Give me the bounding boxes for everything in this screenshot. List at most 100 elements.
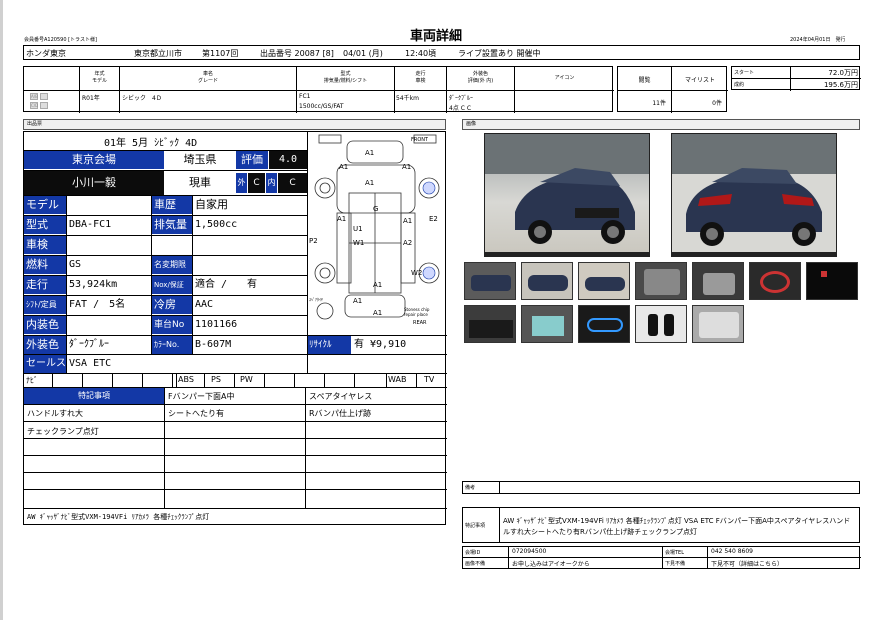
info-table: 会場ID 072094500 会場TEL 042 540 8609 画像不備 お…	[462, 546, 861, 569]
equip-wab: WAB	[388, 375, 407, 384]
icon-box	[40, 102, 48, 109]
row-value: DBA-FC1	[69, 219, 112, 230]
info-label: 会場ID	[465, 550, 481, 556]
note-2-1: ハンドルすれ大	[27, 409, 83, 418]
live-status[interactable]: ライブ設置あり 開催中	[458, 48, 541, 59]
member-number: 会員番号A120590 [トラスト様]	[24, 37, 97, 43]
damage-mark: G	[373, 205, 379, 213]
row-label2: 車台No	[152, 316, 192, 334]
car-front-photo	[485, 134, 649, 256]
location: 東京都立川市	[134, 49, 182, 58]
front-label: FRONT	[411, 137, 429, 143]
equip-pw: PW	[240, 375, 253, 384]
venue-label: 東京会場	[24, 151, 164, 169]
auction-bar: ホンダ東京 東京都立川市 第1107回 出品番号 20087 [8] 04/01…	[23, 45, 860, 60]
equip-tv: TV	[424, 375, 435, 384]
equip-abs: ABS	[178, 375, 194, 384]
session: 第1107回	[202, 49, 239, 58]
thumbnail[interactable]	[635, 305, 687, 343]
note-1-2: Fバンパー下面A中	[168, 392, 235, 401]
main-photo-front[interactable]	[484, 133, 650, 257]
row-label: 型式	[24, 216, 66, 234]
inspector: 小川一毅	[24, 171, 164, 195]
views-table: 閲覧 マイリスト 11件 0件	[617, 66, 728, 113]
exterior-label: 外	[236, 173, 247, 193]
info-value[interactable]: お申し込みはアイオークから	[512, 559, 590, 568]
thumbnail[interactable]	[692, 305, 744, 343]
hyoka-label: 評価	[236, 151, 268, 169]
info-value2[interactable]: 下見不可（詳細はこちら）	[711, 559, 783, 568]
thumbnail[interactable]	[521, 262, 573, 300]
mylist-header[interactable]: マイリスト	[672, 75, 728, 84]
auction-time: 12:40頃	[405, 49, 437, 58]
thumbnail[interactable]	[578, 305, 630, 343]
rear-label: REAR	[413, 320, 427, 326]
interior-value: C	[278, 173, 307, 193]
damage-mark: A2	[403, 239, 413, 247]
recycle-value: 有 ¥9,910	[354, 339, 407, 350]
color-value: ﾀﾞｰｸﾌﾞﾙｰ	[449, 95, 474, 102]
thumbnail[interactable]	[692, 262, 744, 300]
notes-row: 備考	[462, 481, 860, 494]
header-color: 外装色 評価(外 内)	[467, 71, 494, 84]
damage-mark: P2	[309, 237, 318, 245]
thumbnail[interactable]	[521, 305, 573, 343]
header-icon: アイコン	[554, 75, 575, 81]
thumbnail[interactable]	[635, 262, 687, 300]
year-value: R01年	[82, 95, 100, 102]
row-label: 走行	[24, 276, 66, 294]
section-images: 画像	[462, 119, 860, 130]
damage-mark: W1	[353, 239, 365, 247]
row-label2: 車歴	[152, 196, 192, 214]
lot-number: 出品番号 20087 [8]	[260, 49, 334, 58]
thumbnail[interactable]	[464, 262, 516, 300]
note-2-2: シートへたり有	[168, 409, 224, 418]
info-label2: 会場TEL	[665, 550, 684, 556]
section-exhibit-sheet: 出品票	[23, 119, 446, 130]
views-count: 11件	[652, 100, 666, 107]
genkyo-label: 現車	[189, 176, 211, 189]
row-label: モデル	[24, 196, 66, 214]
notes-label: 備考	[465, 485, 476, 491]
icon-cd: C/D	[30, 102, 39, 109]
header-mileage: 走行 車検	[415, 71, 426, 84]
damage-mark: A1	[402, 163, 412, 171]
main-photo-rear[interactable]	[671, 133, 837, 257]
icon-box	[40, 93, 48, 100]
header-year: 年式 モデル	[91, 71, 107, 84]
start-label: スタート	[734, 70, 755, 76]
damage-mark: A1	[403, 217, 413, 225]
damage-mark: A1	[365, 179, 375, 187]
row-value: VSA ETC	[69, 358, 112, 369]
row-label: 車検	[24, 236, 66, 254]
spare-label: ｽﾍﾟｱﾀｲﾔ	[309, 297, 323, 302]
auction-date: 04/01 (月)	[343, 49, 383, 58]
venue: ホンダ東京	[26, 49, 66, 58]
row-value: ﾀﾞｰｸﾌﾞﾙｰ	[69, 339, 109, 350]
car-diagram-svg	[314, 134, 440, 320]
page-edge	[0, 0, 3, 620]
row-value: 53,924km	[69, 279, 118, 290]
info-value: 072094500	[512, 548, 547, 555]
row-value2: B-607M	[195, 339, 232, 350]
row-label2: ｶﾗｰNo.	[152, 336, 192, 354]
icon-ab: A/B	[30, 93, 38, 100]
start-price: 72.0万円	[828, 69, 858, 77]
car-name: シビック 4Ｄ	[122, 95, 162, 102]
damage-mark: A1	[365, 149, 375, 157]
thumbnail[interactable]	[749, 262, 801, 300]
thumbnail[interactable]	[464, 305, 516, 343]
row-value2: 適合 / 有	[195, 279, 258, 290]
thumbnail[interactable]	[578, 262, 630, 300]
mileage-value: 54千km	[396, 95, 419, 102]
damage-diagram: FRONT REAR ｽﾍﾟｱﾀｲﾔ Stoness chip repair p…	[309, 133, 446, 335]
equip-ps: PS	[211, 375, 221, 384]
row-label: ｼﾌﾄ/定員	[24, 296, 66, 314]
page-title: 車両詳細	[410, 29, 463, 44]
prefecture: 埼玉県	[183, 153, 217, 166]
displacement: 1500cc/GS/FAT	[299, 103, 344, 110]
exterior-value: C	[248, 173, 265, 193]
spec-table: 年式 モデル 車名 グレード 型式 排気量/燃料/シフト 走行 車検 外装色 評…	[23, 66, 614, 113]
thumbnail[interactable]	[806, 262, 858, 300]
result-label: 成約	[734, 82, 745, 88]
